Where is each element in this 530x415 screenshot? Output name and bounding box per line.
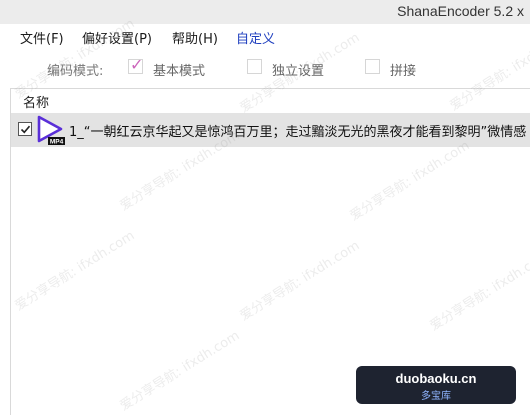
mode-basic-label: 基本模式 [153, 64, 206, 79]
window-title: ShanaEncoder 5.2 x [397, 3, 524, 19]
mode-concat-checkbox[interactable] [365, 59, 380, 74]
file-type-badge: MP4 [50, 139, 64, 146]
site-badge-domain: duobaoku.cn [395, 371, 477, 386]
site-badge-name: 多宝库 [421, 391, 451, 402]
menu-preferences[interactable]: 偏好设置(P) [82, 28, 152, 47]
video-file-icon: MP4 [37, 115, 65, 146]
menu-custom[interactable]: 自定义 [236, 28, 275, 47]
mode-concat-label: 拼接 [390, 64, 417, 79]
encode-mode-bar: 编码模式: ✓ 基本模式 独立设置 拼接 [0, 54, 530, 82]
file-list-header: 名称 [11, 89, 530, 111]
mode-independent-label: 独立设置 [272, 64, 325, 79]
menu-help[interactable]: 帮助(H) [172, 28, 218, 47]
column-header-name[interactable]: 名称 [23, 92, 49, 111]
site-badge: duobaoku.cn 多宝库 [356, 366, 516, 404]
mode-independent-checkbox[interactable] [247, 59, 262, 74]
file-row[interactable]: MP4 1_“一朝红云京华起又是惊鸿百万里；走过黯淡无光的黑夜才能看到黎明”微情… [11, 113, 530, 147]
encode-mode-label: 编码模式: [47, 64, 104, 79]
title-bar: ShanaEncoder 5.2 x [0, 0, 530, 24]
file-row-checkbox[interactable] [18, 122, 32, 136]
checkmark-icon [20, 125, 31, 134]
menu-bar: 文件(F) 偏好设置(P) 帮助(H) 自定义 [0, 24, 530, 48]
file-name: 1_“一朝红云京华起又是惊鸿百万里；走过黯淡无光的黑夜才能看到黎明”微情感 [69, 125, 527, 140]
checkmark-icon: ✓ [130, 55, 144, 74]
menu-file[interactable]: 文件(F) [20, 28, 64, 47]
